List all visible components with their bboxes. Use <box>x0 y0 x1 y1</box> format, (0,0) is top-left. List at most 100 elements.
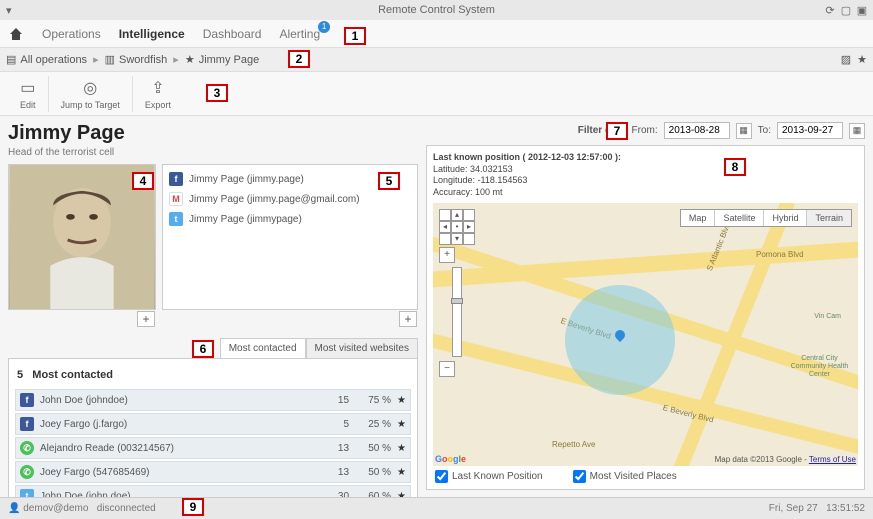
map-type-hybrid[interactable]: Hybrid <box>764 210 807 226</box>
map-controls: ▴ ◂•▸ ▾ + − <box>439 209 475 377</box>
target-description: Head of the terrorist cell <box>8 147 418 158</box>
jump-to-target-button[interactable]: ◎ Jump to Target <box>49 76 133 112</box>
account-row[interactable]: t Jimmy Page (jimmypage) <box>167 209 413 229</box>
facebook-icon: f <box>20 393 34 407</box>
zoom-in-button[interactable]: + <box>439 247 455 263</box>
minimize-icon[interactable]: ▢ <box>839 3 853 17</box>
pan-left-icon[interactable]: ◂ <box>439 221 451 233</box>
last-known-position-checkbox[interactable]: Last Known Position <box>435 470 543 483</box>
edit-button[interactable]: ▭ Edit <box>8 76 49 112</box>
target-icon: ◎ <box>83 78 97 98</box>
nav-intelligence[interactable]: Intelligence <box>119 27 185 41</box>
contact-count: 15 <box>325 395 349 406</box>
contact-count: 5 <box>325 419 349 430</box>
breadcrumb-operation[interactable]: ▥ Swordfish <box>105 53 168 66</box>
facebook-icon: f <box>169 172 183 186</box>
star-icon[interactable]: ★ <box>397 395 406 406</box>
titlebar: ▾ Remote Control System ⟳ ▢ ▣ <box>0 0 873 20</box>
tab-most-visited[interactable]: Most visited websites <box>306 338 418 359</box>
user-icon: 👤 <box>8 503 20 514</box>
contact-row[interactable]: ✆Joey Fargo (547685469)1350 %★ <box>15 461 411 483</box>
callout-8: 8 <box>724 158 746 176</box>
whatsapp-icon: ✆ <box>20 441 34 455</box>
gmail-icon: M <box>169 192 183 206</box>
status-date: Fri, Sep 27 <box>769 503 818 514</box>
callout-6: 6 <box>192 340 214 358</box>
nav-dashboard[interactable]: Dashboard <box>203 27 262 41</box>
contact-row[interactable]: ✆Alejandro Reade (003214567)1350 %★ <box>15 437 411 459</box>
pan-right-icon[interactable]: ▸ <box>463 221 475 233</box>
main-nav: Operations Intelligence Dashboard Alerti… <box>0 20 873 48</box>
add-account-button[interactable]: + <box>399 311 417 327</box>
export-button[interactable]: ⇪ Export <box>133 76 183 112</box>
facebook-icon: f <box>20 417 34 431</box>
google-logo: Google <box>435 454 466 464</box>
app-title: Remote Control System <box>378 4 495 16</box>
filter-to-input[interactable] <box>777 122 843 139</box>
zoom-slider[interactable] <box>452 267 462 357</box>
edit-icon: ▭ <box>20 78 35 98</box>
contact-row[interactable]: f Joey Fargo (j.fargo) 5 25 % ★ <box>15 413 411 435</box>
callout-4: 4 <box>132 172 154 190</box>
pan-center-icon[interactable]: • <box>451 221 463 233</box>
calendar-icon[interactable]: ▦ <box>849 123 865 139</box>
zoom-out-button[interactable]: − <box>439 361 455 377</box>
star-icon[interactable]: ★ <box>397 467 406 478</box>
map-canvas[interactable]: Pomona Blvd E Beverly Blvd E Beverly Blv… <box>433 203 858 466</box>
star-icon[interactable]: ★ <box>397 443 406 454</box>
contact-percent: 25 % <box>355 419 391 430</box>
maximize-icon[interactable]: ▣ <box>855 3 869 17</box>
status-connection: disconnected <box>97 503 156 514</box>
map-type-selector: Map Satellite Hybrid Terrain <box>680 209 852 227</box>
callout-2: 2 <box>288 50 310 68</box>
refresh-icon[interactable]: ⟳ <box>823 3 837 17</box>
contact-percent: 50 % <box>355 467 391 478</box>
breadcrumb-target[interactable]: ★ Jimmy Page <box>185 53 259 66</box>
alert-badge: 1 <box>318 21 330 33</box>
home-icon[interactable] <box>8 26 24 42</box>
picture-icon[interactable]: ▨ <box>841 53 851 66</box>
contact-percent: 50 % <box>355 443 391 454</box>
calendar-icon[interactable]: ▦ <box>736 123 752 139</box>
statusbar: 👤 demov@demo disconnected Fri, Sep 27 13… <box>0 497 873 519</box>
filter-from-input[interactable] <box>664 122 730 139</box>
map-panel: Last known position ( 2012-12-03 12:57:0… <box>426 145 865 490</box>
nav-alerting[interactable]: Alerting 1 <box>279 27 320 41</box>
chevron-right-icon: ▸ <box>173 53 179 66</box>
export-icon: ⇪ <box>151 78 164 98</box>
map-type-satellite[interactable]: Satellite <box>715 210 764 226</box>
map-position-info: Last known position ( 2012-12-03 12:57:0… <box>433 152 858 199</box>
chevron-right-icon: ▸ <box>93 53 99 66</box>
terms-link[interactable]: Terms of Use <box>809 455 856 464</box>
map-type-terrain[interactable]: Terrain <box>807 210 851 226</box>
account-row[interactable]: M Jimmy Page (jimmy.page@gmail.com) <box>167 189 413 209</box>
tab-most-contacted[interactable]: Most contacted <box>220 338 306 359</box>
status-time: 13:51:52 <box>826 503 865 514</box>
target-name: Jimmy Page <box>8 122 418 145</box>
contact-percent: 75 % <box>355 395 391 406</box>
account-row[interactable]: f Jimmy Page (jimmy.page) <box>167 169 413 189</box>
callout-7: 7 <box>606 122 628 140</box>
breadcrumb-root[interactable]: ▤ All operations <box>6 53 87 66</box>
star-icon[interactable]: ★ <box>397 419 406 430</box>
app-menu-icon[interactable]: ▾ <box>6 4 12 17</box>
whatsapp-icon: ✆ <box>20 465 34 479</box>
callout-1: 1 <box>344 27 366 45</box>
nav-operations[interactable]: Operations <box>42 27 101 41</box>
most-visited-places-checkbox[interactable]: Most Visited Places <box>573 470 677 483</box>
callout-5: 5 <box>378 172 400 190</box>
contact-name: Joey Fargo (j.fargo) <box>40 419 319 430</box>
contact-row[interactable]: fJohn Doe (johndoe)1575 %★ <box>15 389 411 411</box>
pan-up-icon[interactable]: ▴ <box>451 209 463 221</box>
callout-3: 3 <box>206 84 228 102</box>
add-photo-button[interactable]: + <box>137 311 155 327</box>
twitter-icon: t <box>169 212 183 226</box>
breadcrumb: ▤ All operations ▸ ▥ Swordfish ▸ ★ Jimmy… <box>0 48 873 72</box>
map-attribution: Map data ©2013 Google - Terms of Use <box>715 455 856 464</box>
status-user: demov@demo <box>23 503 88 514</box>
pan-down-icon[interactable]: ▾ <box>451 233 463 245</box>
contact-name: Alejandro Reade (003214567) <box>40 443 319 454</box>
contact-count: 13 <box>325 467 349 478</box>
star-icon[interactable]: ★ <box>857 53 867 66</box>
map-type-map[interactable]: Map <box>681 210 716 226</box>
